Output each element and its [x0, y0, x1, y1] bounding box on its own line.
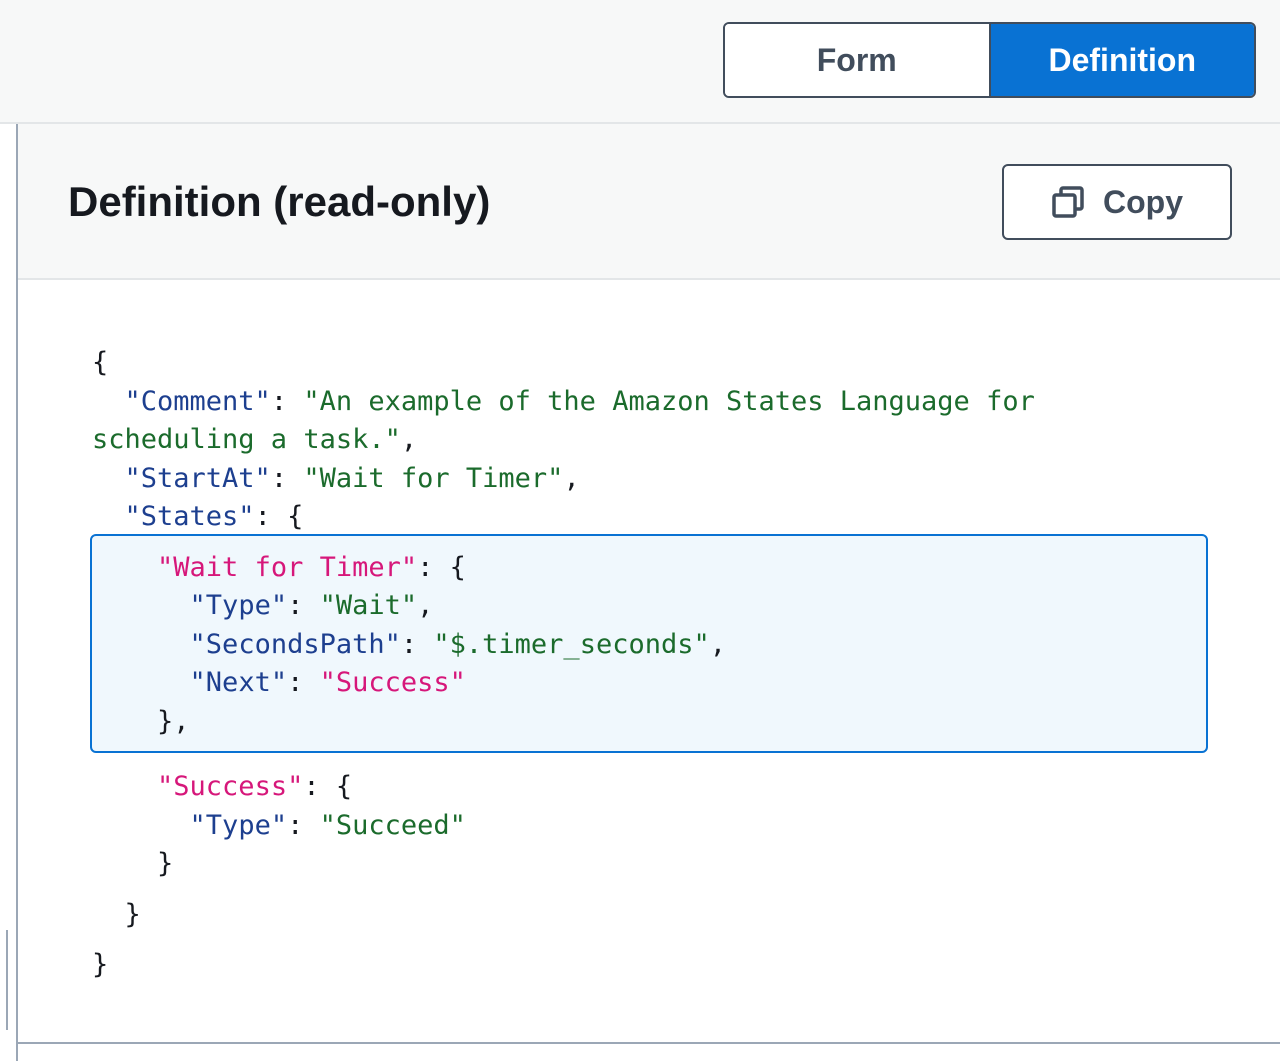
code-token: ,: [563, 462, 580, 494]
code-token: :: [287, 809, 320, 841]
code-token: "SecondsPath": [189, 628, 401, 660]
code-line: }: [92, 845, 1035, 884]
code-token: "Wait for Timer": [157, 551, 418, 583]
panel-title: Definition (read-only): [68, 178, 491, 225]
code-token: "Comment": [124, 385, 271, 417]
code-token: }: [92, 898, 141, 930]
code-token: }: [92, 848, 174, 879]
code-token: ,: [417, 590, 434, 621]
code-token: }: [92, 949, 109, 980]
top-toolbar: Form Definition: [0, 0, 1280, 124]
definition-tab-button[interactable]: Definition: [988, 24, 1254, 96]
code-line: scheduling a task.",: [92, 421, 1035, 460]
code-line: "Next": "Success": [92, 664, 1035, 703]
code-token: : {: [417, 551, 466, 583]
code-token: "Wait": [319, 590, 418, 621]
code-token: "States": [124, 501, 255, 532]
code-token: "An example of the Amazon States Languag…: [303, 385, 1035, 417]
code-line: "Success": {: [92, 768, 1035, 807]
code-token: : {: [254, 501, 304, 532]
code-line: "Wait for Timer": {: [92, 549, 1035, 588]
code-token: ,: [709, 628, 726, 660]
code-line: {: [92, 344, 1035, 383]
code-line: }: [92, 946, 1035, 985]
code-line: "States": {: [92, 498, 1035, 537]
panel-header: Definition (read-only) Copy: [18, 124, 1280, 280]
code-line: "Type": "Wait",: [92, 587, 1035, 626]
code-line: "SecondsPath": "$.timer_seconds",: [92, 626, 1035, 665]
bottom-divider: [18, 1042, 1280, 1044]
definition-code: { "Comment": "An example of the Amazon S…: [92, 344, 1035, 985]
copy-icon: [1051, 185, 1085, 219]
view-toggle: Form Definition: [723, 22, 1256, 98]
code-line: "Comment": "An example of the Amazon Sta…: [92, 383, 1035, 422]
code-line: }: [92, 896, 1035, 935]
code-token: :: [270, 462, 304, 494]
form-tab-button[interactable]: Form: [725, 24, 989, 96]
code-token: "StartAt": [124, 462, 271, 494]
code-token: "Wait for Timer": [303, 462, 564, 494]
code-token: "Success": [157, 771, 304, 802]
code-line: "Type": "Succeed": [92, 807, 1035, 846]
code-token: scheduling a task.": [92, 424, 401, 455]
code-token: :: [270, 385, 304, 417]
code-token: "Next": [189, 667, 288, 698]
resize-handle[interactable]: [6, 930, 8, 1030]
code-token: : {: [303, 771, 353, 802]
code-token: {: [92, 347, 109, 378]
code-line: "StartAt": "Wait for Timer",: [92, 460, 1035, 499]
code-token: },: [92, 705, 190, 737]
code-token: :: [287, 667, 320, 698]
code-token: ,: [400, 424, 418, 455]
code-token: :: [287, 590, 320, 621]
copy-button[interactable]: Copy: [1002, 164, 1232, 240]
code-line: },: [92, 703, 1035, 742]
code-token: "Succeed": [319, 809, 466, 841]
code-token: "Type": [189, 590, 288, 621]
code-token: "Success": [319, 667, 466, 698]
copy-label: Copy: [1103, 183, 1183, 220]
code-token: "Type": [189, 809, 288, 841]
code-token: :: [400, 628, 434, 660]
code-token: "$.timer_seconds": [433, 628, 710, 660]
